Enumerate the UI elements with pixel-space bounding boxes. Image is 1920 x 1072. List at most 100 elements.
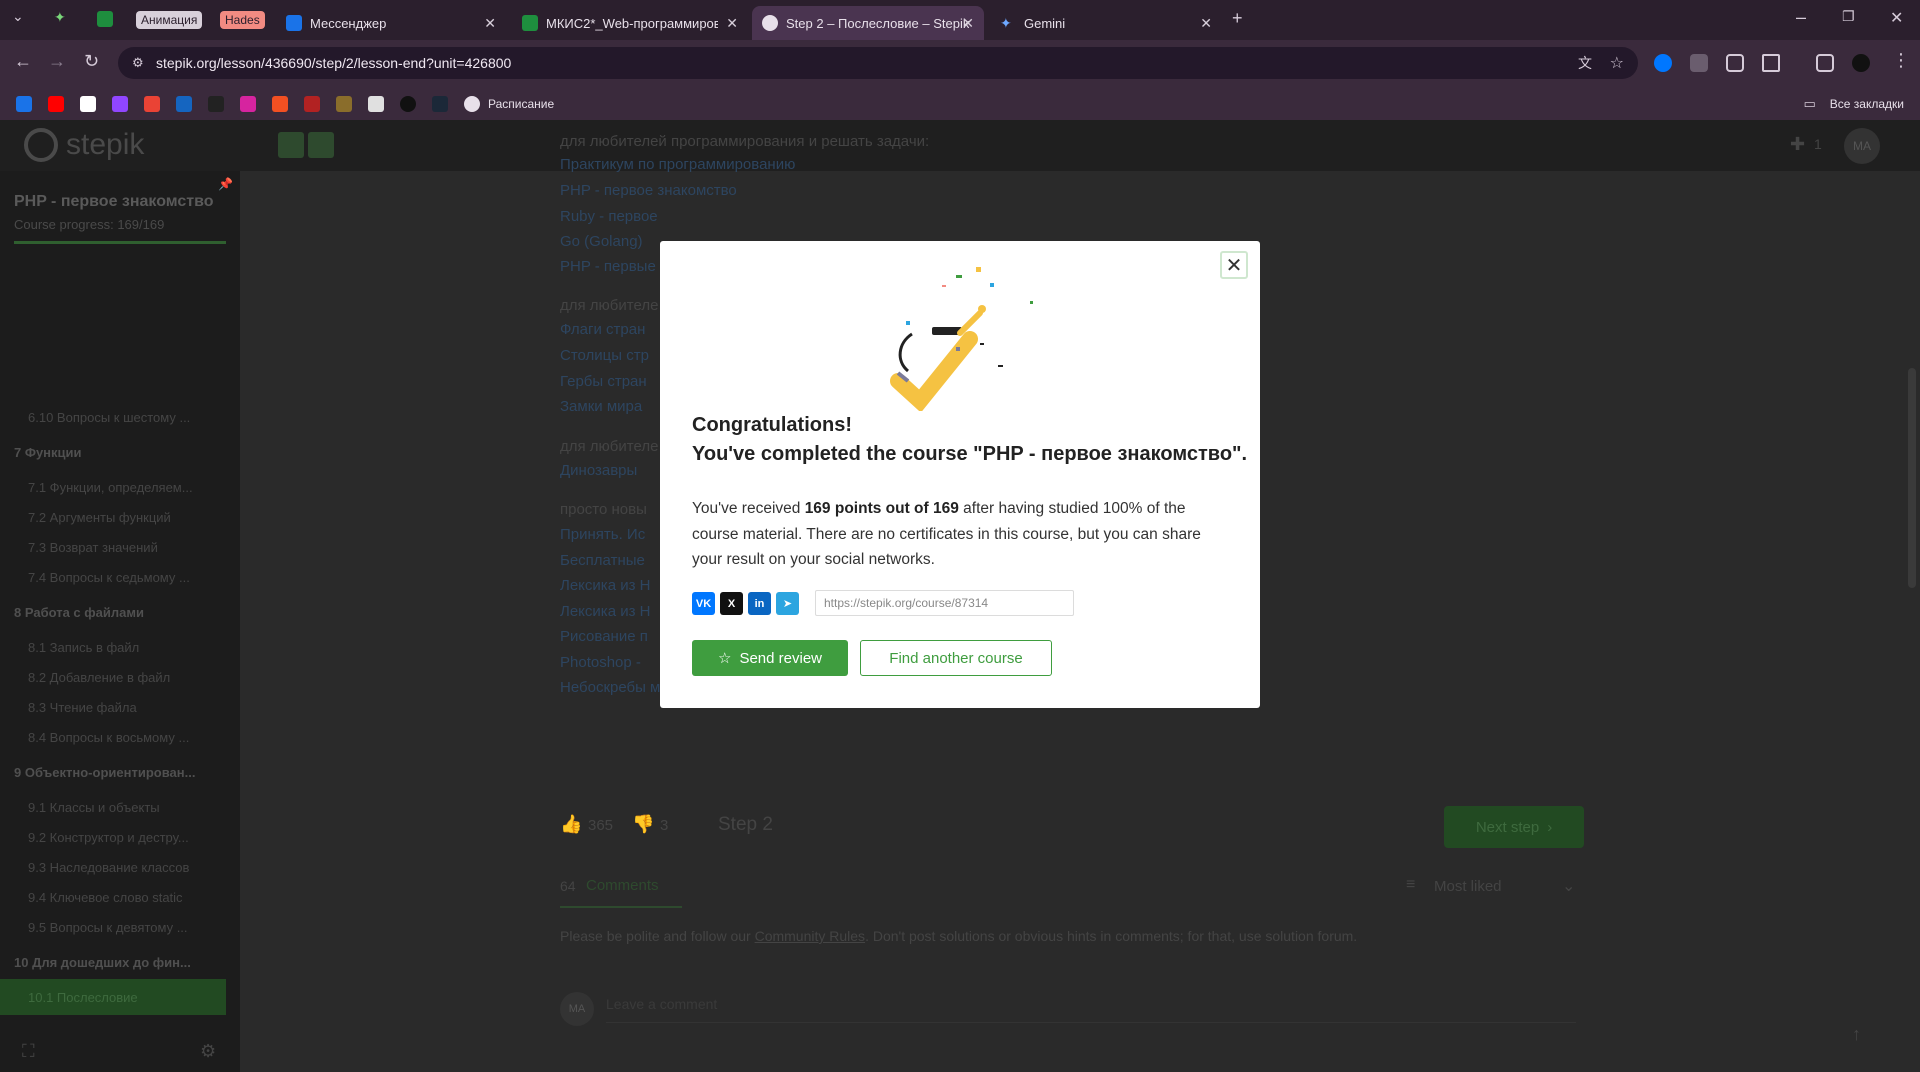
stepik-logo[interactable]: stepik — [24, 128, 144, 162]
sheets-pinned-icon[interactable] — [97, 11, 113, 27]
dislike-icon[interactable]: 👎 — [632, 814, 654, 835]
linkedin-icon[interactable]: in — [748, 592, 771, 615]
vk-extension-icon[interactable] — [1654, 54, 1672, 72]
tab-search-icon[interactable]: ⌄ — [12, 8, 24, 25]
course-link[interactable]: Принять. Ис — [560, 526, 645, 543]
audio-extension-icon[interactable] — [1690, 54, 1708, 72]
course-link[interactable]: PHP - первое знакомство — [560, 182, 737, 199]
course-link[interactable]: Бесплатные — [560, 552, 645, 569]
chevron-down-icon[interactable]: ⌄ — [1562, 876, 1575, 896]
find-another-course-button[interactable]: Find another course — [860, 640, 1052, 676]
close-window-icon[interactable]: ✕ — [1890, 8, 1903, 28]
course-link[interactable]: Флаги стран — [560, 321, 645, 338]
fullscreen-icon[interactable]: ⛶ — [22, 1041, 35, 1062]
extensions-icon[interactable] — [1762, 54, 1780, 72]
mail-bookmark-icon[interactable] — [176, 96, 192, 112]
tab-group-hades[interactable]: Hades — [220, 11, 265, 29]
translate-icon[interactable]: 文 — [1578, 53, 1592, 73]
tab-stepik[interactable]: Step 2 – Послесловие – Stepik ✕ — [752, 6, 984, 40]
course-title[interactable]: PHP - первое знакомство — [14, 193, 214, 211]
course-link[interactable]: Замки мира — [560, 398, 642, 415]
community-rules-link[interactable]: Community Rules — [755, 928, 865, 944]
course-link[interactable]: Лексика из Н — [560, 577, 650, 594]
settings-icon[interactable]: ⚙ — [200, 1041, 216, 1062]
tab-gemini[interactable]: ✦ Gemini ✕ — [990, 6, 1222, 40]
all-bookmarks[interactable]: Все закладки — [1830, 97, 1904, 111]
side-panel-icon[interactable] — [1816, 54, 1834, 72]
youtube-bookmark-icon[interactable] — [48, 96, 64, 112]
sort-select[interactable]: Most liked — [1434, 878, 1502, 895]
course-link[interactable]: Рисование п — [560, 628, 648, 645]
new-tab-icon[interactable]: + — [1232, 8, 1243, 29]
reload-icon[interactable]: ↻ — [84, 51, 99, 72]
pinned-tab-icon[interactable]: ✦ — [54, 9, 66, 26]
notifications-icon[interactable]: ✚ — [1790, 134, 1805, 155]
vk-icon[interactable]: VK — [692, 592, 715, 615]
tab-sheets[interactable]: МКИС2*_Web-программиров ✕ — [512, 6, 748, 40]
page-scrollbar[interactable] — [1908, 368, 1916, 588]
course-link[interactable]: Практикум по программированию — [560, 156, 795, 173]
menu-icon[interactable]: ⋮ — [1892, 50, 1910, 71]
twitch-bookmark-icon[interactable] — [112, 96, 128, 112]
course-link[interactable]: Лексика из Н — [560, 603, 650, 620]
comment-input[interactable]: Leave a comment — [606, 996, 1576, 1023]
bookmark-icon[interactable] — [336, 96, 352, 112]
bookmark-icon[interactable] — [80, 96, 96, 112]
sidebar-item-lesson[interactable]: 7.4 Вопросы к седьмому ... — [0, 559, 226, 595]
course-link[interactable]: Go (Golang) — [560, 233, 643, 250]
course-link[interactable]: Динозавры — [560, 462, 637, 479]
close-tab-icon[interactable]: ✕ — [484, 15, 496, 32]
screen-extension-icon[interactable] — [1726, 54, 1744, 72]
bookmark-icon[interactable] — [208, 96, 224, 112]
x-icon[interactable]: X — [720, 592, 743, 615]
course-link[interactable]: Гербы стран — [560, 373, 647, 390]
close-tab-icon[interactable]: ✕ — [726, 15, 738, 32]
course-link[interactable]: Столицы стр — [560, 347, 649, 364]
address-bar[interactable]: ⚙ stepik.org/lesson/436690/step/2/lesson… — [118, 47, 1638, 79]
schedule-bookmark-icon[interactable] — [464, 96, 480, 112]
profile-icon[interactable] — [1852, 54, 1870, 72]
sidebar-item-lesson[interactable]: 9.5 Вопросы к девятому ... — [0, 909, 226, 945]
tab-messenger[interactable]: Мессенджер ✕ — [276, 6, 506, 40]
tab-comments[interactable]: Comments — [586, 877, 659, 894]
forward-icon[interactable]: → — [48, 51, 66, 72]
close-tab-icon[interactable]: ✕ — [1200, 15, 1212, 32]
view-toggle[interactable] — [278, 132, 334, 160]
telegram-icon[interactable]: ➤ — [776, 592, 799, 615]
course-link[interactable]: Photoshop - — [560, 654, 641, 671]
spotify-bookmark-icon[interactable] — [400, 96, 416, 112]
scroll-top-icon[interactable]: ↑ — [1852, 1024, 1861, 1045]
course-link[interactable]: Ruby - первое — [560, 208, 658, 225]
close-tab-icon[interactable]: ✕ — [962, 15, 974, 32]
close-modal-button[interactable]: ✕ — [1220, 251, 1248, 279]
restore-icon[interactable]: ❐ — [1842, 8, 1855, 25]
bookmark-icon[interactable] — [304, 96, 320, 112]
site-info-icon[interactable]: ⚙ — [132, 55, 144, 71]
share-url-field[interactable]: https://stepik.org/course/87314 — [815, 590, 1074, 616]
like-icon[interactable]: 👍 — [560, 814, 582, 835]
bookmark-schedule-label[interactable]: Расписание — [488, 97, 554, 111]
sidebar-section[interactable]: 10 Для дошедших до фин... — [0, 944, 226, 980]
bookmark-star-icon[interactable]: ☆ — [1610, 53, 1624, 73]
instagram-bookmark-icon[interactable] — [240, 96, 256, 112]
tab-group-animation[interactable]: Анимация — [136, 11, 203, 29]
microsoft-bookmark-icon[interactable] — [272, 96, 288, 112]
minimize-icon[interactable]: – — [1796, 7, 1806, 28]
send-review-button[interactable]: ☆ Send review — [692, 640, 848, 676]
dislike-count: 3 — [660, 817, 669, 834]
back-icon[interactable]: ← — [14, 51, 32, 72]
sidebar-section[interactable]: 9 Объектно-ориентирован... — [0, 754, 226, 790]
sidebar-item-lesson[interactable]: 6.10 Вопросы к шестому ... — [0, 399, 226, 435]
bookmark-icon[interactable] — [16, 96, 32, 112]
sidebar-section[interactable]: 8 Работа с файлами — [0, 594, 226, 630]
sidebar-item-lesson[interactable]: 10.1 Послесловие — [0, 979, 226, 1015]
course-link[interactable]: PHP - первые — [560, 258, 656, 275]
pin-icon[interactable]: 📌 — [218, 177, 233, 191]
avatar[interactable]: MA — [1844, 128, 1880, 164]
sidebar-section[interactable]: 7 Функции — [0, 434, 226, 470]
gmail-bookmark-icon[interactable] — [144, 96, 160, 112]
sidebar-item-lesson[interactable]: 8.4 Вопросы к восьмому ... — [0, 719, 226, 755]
steam-bookmark-icon[interactable] — [432, 96, 448, 112]
bookmark-icon[interactable] — [368, 96, 384, 112]
next-step-button[interactable]: Next step › — [1444, 806, 1584, 848]
